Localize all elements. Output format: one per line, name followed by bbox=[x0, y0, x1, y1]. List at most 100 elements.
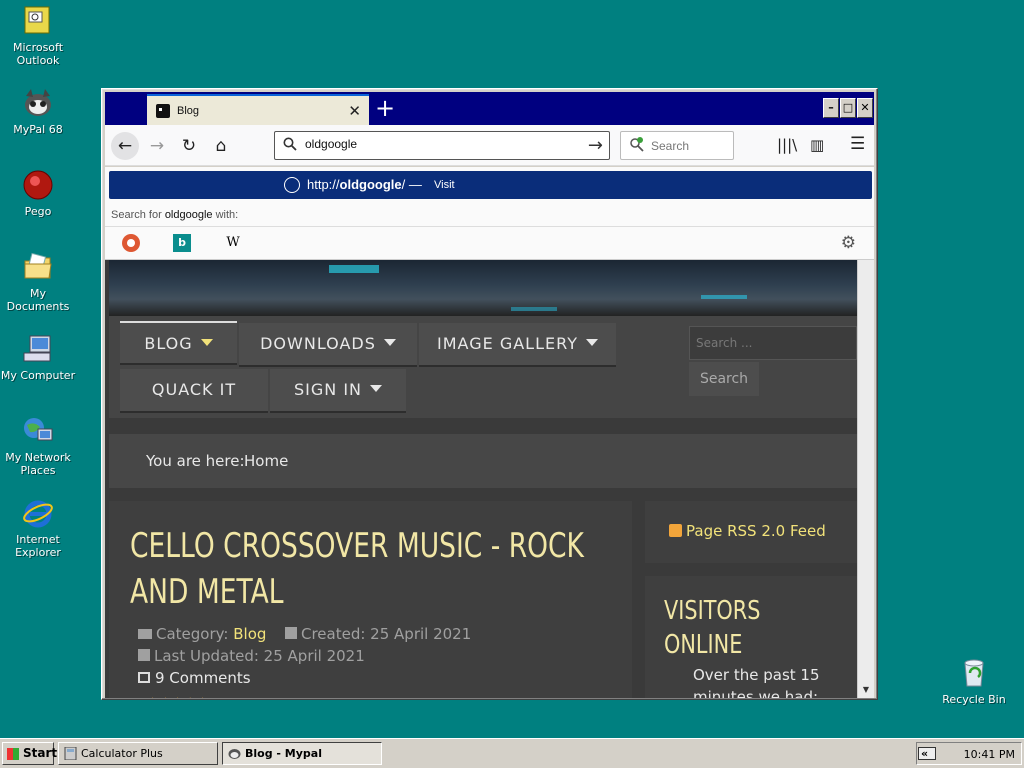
visitors-text: Over the past 15 minutes we had: bbox=[693, 666, 820, 698]
breadcrumb-home-link[interactable]: Home bbox=[244, 452, 288, 470]
vertical-scrollbar[interactable]: ▼ bbox=[857, 260, 874, 698]
wikipedia-icon[interactable]: W bbox=[224, 234, 242, 252]
desktop-icon-my-computer[interactable]: My Computer bbox=[0, 333, 76, 382]
duckduckgo-icon[interactable] bbox=[122, 234, 140, 252]
url-bar[interactable]: → bbox=[274, 131, 610, 160]
site-favicon-icon bbox=[156, 104, 170, 118]
visitors-title: VISITORS ONLINE bbox=[664, 596, 761, 660]
url-input[interactable] bbox=[305, 137, 555, 151]
site-search-input[interactable]: Search ... bbox=[689, 326, 857, 360]
windows-logo-icon bbox=[7, 748, 19, 760]
tab-bar: Blog ✕ + – □ ✕ bbox=[105, 92, 874, 125]
breadcrumb-label: You are here: bbox=[146, 452, 245, 470]
site-search-button[interactable]: Search bbox=[689, 362, 759, 396]
chevron-down-icon bbox=[370, 385, 382, 392]
go-arrow-icon[interactable]: → bbox=[588, 135, 603, 156]
tab-title: Blog bbox=[177, 105, 200, 117]
menu-icon[interactable]: ☰ bbox=[850, 134, 865, 154]
reload-icon[interactable]: ↻ bbox=[175, 132, 203, 160]
recycle-bin-icon bbox=[958, 657, 990, 689]
chevron-down-icon bbox=[383, 339, 396, 346]
clock[interactable]: 10:41 PM bbox=[964, 748, 1015, 761]
article: CELLO CROSSOVER MUSIC - ROCK AND METAL C… bbox=[109, 501, 632, 698]
computer-icon bbox=[22, 333, 54, 365]
pego-icon bbox=[22, 169, 54, 201]
outlook-icon bbox=[22, 5, 54, 37]
desktop-icon-label: Places bbox=[20, 464, 56, 477]
back-icon[interactable]: ← bbox=[111, 132, 139, 160]
chevron-down-icon bbox=[200, 339, 213, 346]
desktop-icon-label: Internet bbox=[16, 533, 60, 546]
start-button[interactable]: Start bbox=[2, 742, 57, 765]
web-page: BLOG DOWNLOADS IMAGE GALLERY QUACK IT SI… bbox=[105, 260, 857, 698]
browser-window: Blog ✕ + – □ ✕ ← → ↻ ⌂ → Search |||\ ▥ ☰… bbox=[101, 88, 878, 700]
task-blog-mypal[interactable]: Blog - Mypal bbox=[222, 742, 382, 765]
globe-icon bbox=[284, 177, 300, 193]
article-title[interactable]: CELLO CROSSOVER MUSIC - ROCK AND METAL bbox=[130, 523, 621, 615]
chevron-down-icon bbox=[585, 339, 598, 346]
bing-icon[interactable]: b bbox=[173, 234, 191, 252]
url-suggestions: http://oldgoogle/ — Visit Search for old… bbox=[105, 167, 874, 260]
nav-item-downloads[interactable]: DOWNLOADS bbox=[239, 323, 417, 365]
minimize-button[interactable]: – bbox=[823, 98, 839, 118]
search-for-label: Search for oldgoogle with: bbox=[111, 209, 239, 221]
new-tab-icon[interactable]: + bbox=[375, 94, 395, 122]
folder-icon bbox=[22, 251, 54, 283]
network-icon bbox=[22, 415, 54, 447]
home-icon[interactable]: ⌂ bbox=[207, 132, 235, 160]
forward-icon[interactable]: → bbox=[143, 132, 171, 160]
desktop-icon-label: Outlook bbox=[16, 54, 60, 67]
article-updated: Last Updated: 25 April 2021 bbox=[138, 647, 365, 665]
suggestion-visit-row[interactable]: http://oldgoogle/ — Visit bbox=[109, 171, 872, 199]
mypal-icon bbox=[22, 87, 54, 119]
tab-blog[interactable]: Blog ✕ bbox=[147, 94, 369, 125]
site-nav: BLOG DOWNLOADS IMAGE GALLERY QUACK IT SI… bbox=[109, 316, 857, 418]
suggestion-url: http://oldgoogle/ — bbox=[307, 177, 422, 192]
rss-icon bbox=[669, 524, 682, 537]
article-category: Category: Blog bbox=[138, 625, 266, 643]
search-bar[interactable]: Search bbox=[620, 131, 734, 160]
suggestion-action: Visit bbox=[434, 179, 455, 191]
desktop-icon-label: Explorer bbox=[15, 546, 61, 559]
category-link[interactable]: Blog bbox=[233, 625, 266, 643]
scroll-down-icon[interactable]: ▼ bbox=[858, 682, 874, 698]
comment-icon bbox=[138, 672, 150, 683]
close-window-button[interactable]: ✕ bbox=[857, 98, 873, 118]
ie-icon bbox=[22, 497, 54, 529]
maximize-button[interactable]: □ bbox=[840, 98, 856, 118]
close-tab-icon[interactable]: ✕ bbox=[348, 102, 361, 120]
nav-item-image-gallery[interactable]: IMAGE GALLERY bbox=[419, 323, 616, 365]
desktop-icon-label: Microsoft bbox=[12, 41, 64, 54]
rss-label: Page RSS 2.0 Feed bbox=[686, 522, 826, 540]
system-tray: « 10:41 PM bbox=[916, 742, 1022, 765]
sidebar-icon[interactable]: ▥ bbox=[810, 136, 824, 154]
one-off-search-engines: b W ⚙ bbox=[105, 226, 874, 260]
nav-item-blog[interactable]: BLOG bbox=[120, 321, 237, 363]
breadcrumb: You are here: Home bbox=[109, 434, 857, 488]
nav-item-sign-in[interactable]: SIGN IN bbox=[270, 369, 406, 411]
desktop-icon-network[interactable]: My Network Places bbox=[0, 415, 76, 477]
visitors-online-module: VISITORS ONLINE Over the past 15 minutes … bbox=[645, 576, 857, 698]
desktop-icon-recycle-bin[interactable]: Recycle Bin bbox=[936, 657, 1012, 706]
rating-stars[interactable]: ★★★★★ bbox=[146, 694, 209, 698]
rss-feed-link[interactable]: Page RSS 2.0 Feed bbox=[645, 501, 857, 563]
desktop-icon-my-documents[interactable]: My Documents bbox=[0, 251, 76, 313]
site-banner bbox=[109, 260, 857, 316]
desktop-icon-label: My Computer bbox=[0, 369, 76, 382]
folder-icon bbox=[138, 629, 152, 639]
desktop-icon-label: Pego bbox=[24, 205, 52, 218]
article-created: Created: 25 April 2021 bbox=[285, 625, 471, 643]
search-icon bbox=[283, 137, 297, 151]
tray-expand-button[interactable]: « bbox=[921, 747, 928, 760]
mypal-icon bbox=[228, 749, 241, 759]
desktop-icon-outlook[interactable]: Microsoft Outlook bbox=[0, 5, 76, 67]
article-comments[interactable]: 9 Comments bbox=[138, 669, 251, 687]
gear-icon[interactable]: ⚙ bbox=[841, 233, 856, 253]
task-calculator-plus[interactable]: Calculator Plus bbox=[58, 742, 218, 765]
desktop-icon-pego[interactable]: Pego bbox=[0, 169, 76, 218]
library-icon[interactable]: |||\ bbox=[777, 136, 797, 154]
nav-item-quack-it[interactable]: QUACK IT bbox=[120, 369, 268, 411]
desktop-icon-mypal[interactable]: MyPal 68 bbox=[0, 87, 76, 136]
search-engine-icon bbox=[630, 137, 644, 152]
desktop-icon-internet-explorer[interactable]: Internet Explorer bbox=[0, 497, 76, 559]
